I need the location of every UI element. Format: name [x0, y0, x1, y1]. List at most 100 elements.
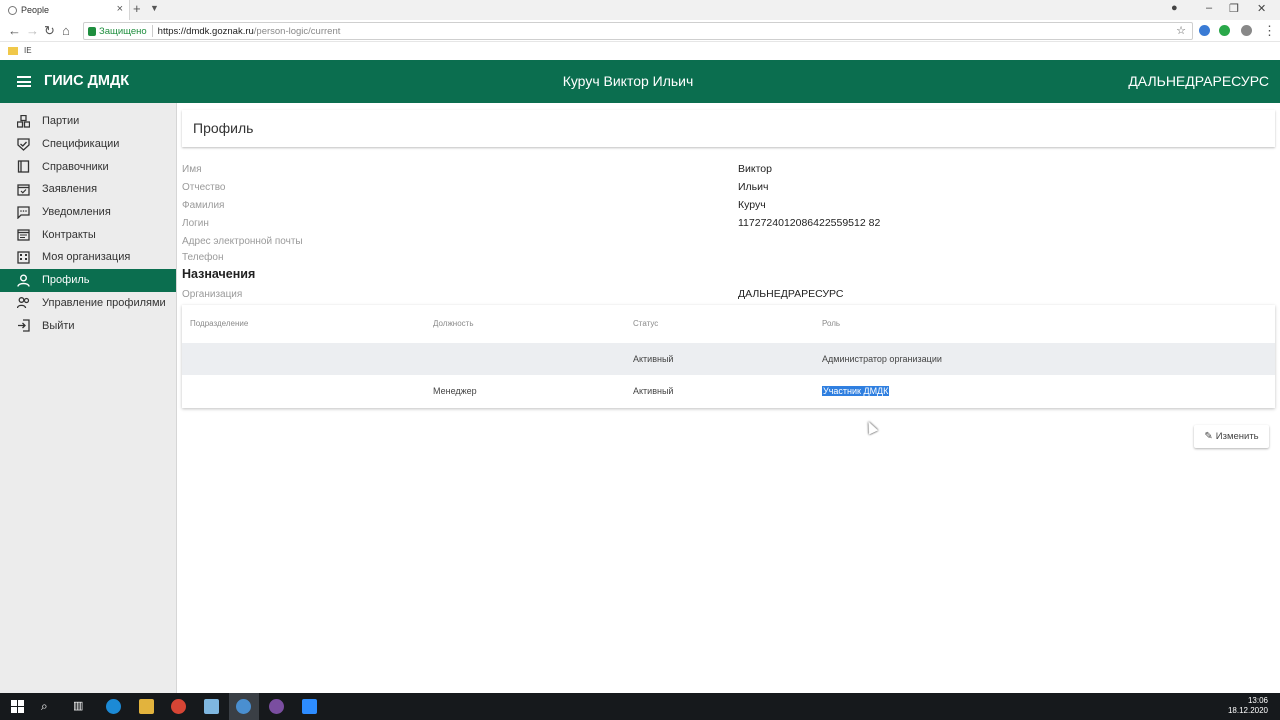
- minimize-icon[interactable]: –: [1206, 2, 1212, 14]
- field-label-patronymic: Отчество: [182, 182, 226, 193]
- column-header-position: Должность: [433, 319, 474, 328]
- taskbar-clock[interactable]: 13:06 18.12.2020: [1228, 696, 1268, 716]
- tab-close-icon[interactable]: ×: [117, 3, 123, 15]
- sidebar-item-logout[interactable]: Выйти: [0, 314, 176, 337]
- person-icon: [17, 274, 30, 287]
- field-value-organization: ДАЛЬНЕДРАРЕСУРС: [738, 288, 844, 300]
- field-value-first-name: Виктор: [738, 163, 772, 175]
- browser-menu-icon[interactable]: ⋮: [1263, 23, 1276, 39]
- column-header-department: Подразделение: [190, 319, 249, 328]
- sidebar-item-label: Заявления: [42, 183, 98, 196]
- browser-tab[interactable]: People ×: [0, 0, 130, 20]
- field-label-last-name: Фамилия: [182, 200, 225, 211]
- page-title: Профиль: [193, 120, 254, 136]
- sidebar-item-label: Справочники: [42, 160, 109, 173]
- bookmark-star-icon[interactable]: ☆: [1176, 24, 1186, 37]
- people-icon: [17, 296, 30, 309]
- column-header-role: Роль: [822, 319, 841, 328]
- field-label-email: Адрес электронной почты: [182, 236, 303, 247]
- browser-tab-strip: People × + ▼ ● – ❐ ✕: [0, 0, 1280, 20]
- sidebar-item-my-organization[interactable]: Моя организация: [0, 246, 176, 269]
- sidebar-item-applications[interactable]: Заявления: [0, 178, 176, 201]
- edge-icon[interactable]: [106, 699, 121, 714]
- current-organization: ДАЛЬНЕДРАРЕСУРС: [1128, 73, 1269, 89]
- file-explorer-icon[interactable]: [139, 699, 154, 714]
- search-icon[interactable]: ⌕: [41, 699, 56, 714]
- back-icon[interactable]: ←: [8, 23, 21, 38]
- divider: [151, 25, 153, 37]
- calendar-check-icon: [17, 183, 30, 196]
- table-row[interactable]: Менеджер Активный Участник ДМДК: [182, 375, 1275, 407]
- sidebar: Партии Спецификации Справочники Заявлени…: [0, 103, 177, 693]
- column-header-status: Статус: [633, 319, 659, 328]
- extension-icon[interactable]: [1219, 25, 1230, 36]
- logout-icon: [17, 319, 30, 332]
- app-icon[interactable]: [236, 699, 251, 714]
- tab-dropdown-icon[interactable]: ▼: [150, 3, 159, 13]
- bookmarks-bar: IE: [0, 42, 1280, 59]
- sidebar-item-directories[interactable]: Справочники: [0, 155, 176, 178]
- cell-position: Менеджер: [433, 386, 477, 396]
- field-label-organization: Организация: [182, 289, 243, 300]
- sidebar-item-label: Профиль: [42, 274, 90, 287]
- address-toolbar: ← → ↻ ⌂ Защищено https://dmdk.goznak.ru …: [0, 20, 1280, 42]
- app-header: ГИИС ДМДК Куруч Виктор Ильич ДАЛЬНЕДРАРЕ…: [0, 60, 1280, 103]
- extension-icon[interactable]: [1241, 25, 1252, 36]
- tab-favicon-icon: [8, 5, 17, 15]
- chrome-icon[interactable]: [171, 699, 186, 714]
- bookmark-item[interactable]: IE: [24, 46, 32, 55]
- app-icon[interactable]: [269, 699, 284, 714]
- field-label-login: Логин: [182, 218, 209, 229]
- secure-indicator[interactable]: Защищено: [88, 26, 147, 37]
- field-value-patronymic: Ильич: [738, 181, 769, 193]
- sidebar-item-specifications[interactable]: Спецификации: [0, 133, 176, 156]
- window-close-icon[interactable]: ✕: [1257, 2, 1266, 15]
- clock-time: 13:06: [1247, 696, 1268, 705]
- profile-header-card: Профиль: [182, 110, 1275, 147]
- calendar-icon: [17, 228, 30, 241]
- sidebar-item-contracts[interactable]: Контракты: [0, 223, 176, 246]
- parcels-icon: [17, 114, 30, 128]
- pencil-icon: ✎: [1204, 431, 1213, 442]
- sidebar-item-label: Спецификации: [42, 138, 120, 151]
- field-value-last-name: Куруч: [738, 199, 766, 211]
- task-view-icon[interactable]: ▥: [73, 699, 88, 714]
- cell-role: Участник ДМДК: [822, 386, 890, 396]
- profile-icon[interactable]: ●: [1171, 2, 1178, 14]
- new-tab-icon[interactable]: +: [133, 1, 141, 16]
- zoom-icon[interactable]: [302, 699, 317, 714]
- sidebar-item-parties[interactable]: Партии: [0, 110, 176, 133]
- assignments-heading: Назначения: [182, 267, 256, 281]
- cell-status: Активный: [633, 354, 674, 364]
- sidebar-item-profile-management[interactable]: Управление профилями: [0, 292, 176, 315]
- edit-button[interactable]: ✎ Изменить: [1194, 425, 1269, 448]
- taskbar: ⌕ ▥ 13:06 18.12.2020: [0, 693, 1280, 720]
- restore-icon[interactable]: ❐: [1229, 2, 1239, 15]
- sidebar-item-label: Выйти: [42, 319, 75, 332]
- sidebar-item-profile[interactable]: Профиль: [0, 268, 176, 292]
- cell-status: Активный: [633, 386, 674, 396]
- home-icon[interactable]: ⌂: [62, 23, 70, 38]
- extension-icon[interactable]: [1199, 25, 1210, 36]
- url-host: https://dmdk.goznak.ru: [157, 25, 254, 37]
- current-user-name: Куруч Виктор Ильич: [562, 73, 694, 89]
- folder-icon: [8, 46, 18, 55]
- windows-start-icon[interactable]: [10, 699, 25, 714]
- forward-icon[interactable]: →: [26, 23, 39, 38]
- building-icon: [17, 251, 30, 264]
- assignments-table: Подразделение Должность Статус Роль Акти…: [182, 305, 1275, 408]
- sidebar-item-label: Партии: [42, 115, 80, 128]
- chat-icon: [17, 205, 30, 219]
- url-path: /person-logic/current: [253, 25, 341, 37]
- sidebar-item-label: Управление профилями: [42, 296, 166, 309]
- tab-title: People: [21, 5, 50, 15]
- sidebar-item-label: Контракты: [42, 228, 96, 241]
- reload-icon[interactable]: ↻: [44, 23, 55, 39]
- address-input[interactable]: Защищено https://dmdk.goznak.ru /person-…: [83, 22, 1193, 40]
- sidebar-item-notifications[interactable]: Уведомления: [0, 201, 176, 224]
- app-icon[interactable]: [204, 699, 219, 714]
- field-label-phone: Телефон: [182, 252, 224, 263]
- cell-role: Администратор организации: [822, 354, 942, 364]
- table-row[interactable]: Активный Администратор организации: [182, 343, 1275, 375]
- edit-button-label: Изменить: [1215, 431, 1259, 442]
